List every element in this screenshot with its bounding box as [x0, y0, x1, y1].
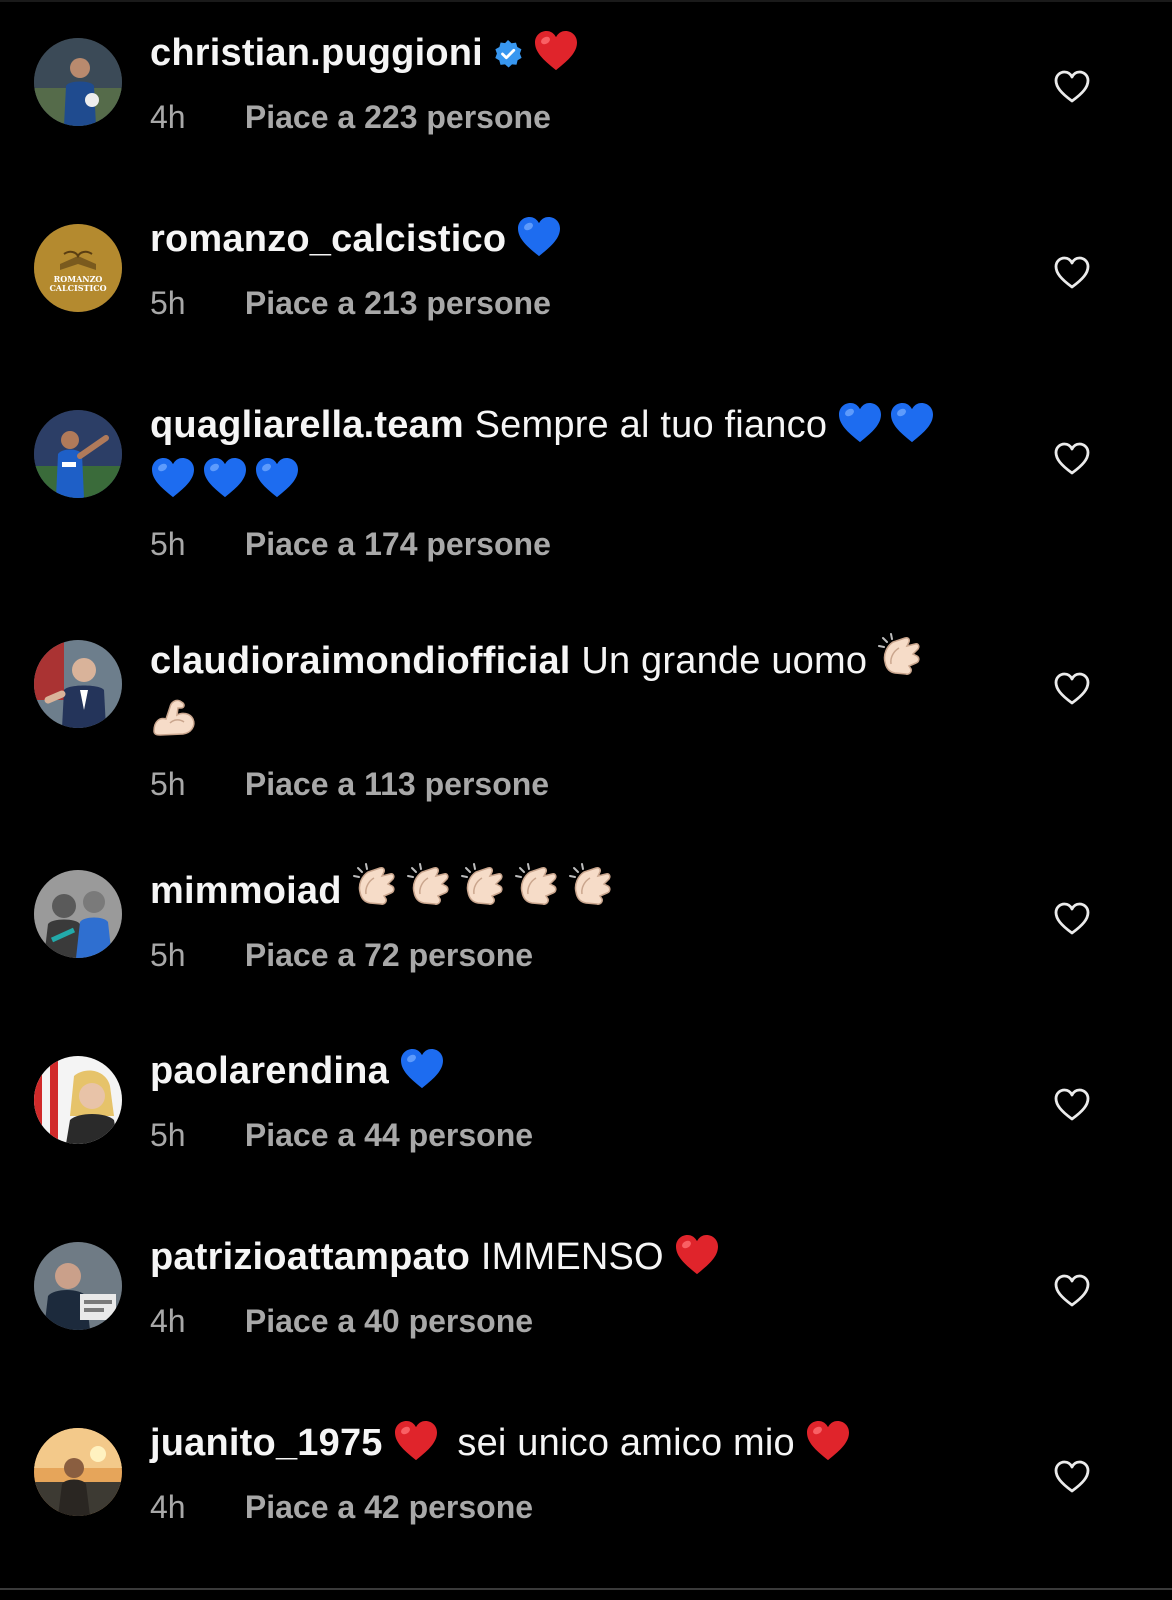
- like-heart-icon[interactable]: [1054, 1460, 1090, 1494]
- comment-meta: 4h Piace a 223 persone: [150, 97, 1010, 137]
- clapping-hands-emoji-icon: [352, 862, 400, 921]
- comment-username[interactable]: christian.puggioni: [150, 32, 483, 74]
- avatar[interactable]: [34, 38, 122, 126]
- comment-text: IMMENSO: [480, 1236, 664, 1278]
- comment-line: juanito_1975 sei unico amico mio: [150, 1420, 1010, 1473]
- comment-username[interactable]: romanzo_calcistico: [150, 218, 506, 260]
- comment-time: 5h: [150, 937, 186, 973]
- comment-time: 4h: [150, 1489, 186, 1525]
- comment-meta: 5h Piace a 113 persone: [150, 764, 1010, 804]
- red-heart-emoji-icon: [674, 1234, 720, 1287]
- comment-line: paolarendina: [150, 1048, 1010, 1101]
- comment-text: sei unico amico mio: [457, 1422, 795, 1464]
- avatar[interactable]: [34, 1242, 122, 1330]
- top-divider: [0, 0, 1172, 2]
- comment-likes-count[interactable]: Piace a 213 persone: [245, 285, 551, 321]
- like-heart-icon[interactable]: [1054, 902, 1090, 936]
- comment-line: quagliarella.team Sempre al tuo fianco: [150, 402, 1010, 455]
- like-heart-icon[interactable]: [1054, 442, 1090, 476]
- comment-time: 4h: [150, 99, 186, 135]
- comment-username[interactable]: claudioraimondiofficial: [150, 640, 571, 682]
- red-heart-emoji-icon: [533, 30, 579, 83]
- comment-username[interactable]: mimmoiad: [150, 870, 342, 912]
- comment-line-continued: [150, 691, 1010, 750]
- like-heart-icon[interactable]: [1054, 672, 1090, 706]
- blue-heart-emoji-icon: [150, 457, 196, 510]
- comment-username[interactable]: juanito_1975: [150, 1422, 383, 1464]
- comment-time: 4h: [150, 1303, 186, 1339]
- comment-likes-count[interactable]: Piace a 223 persone: [245, 99, 551, 135]
- comment-meta: 4h Piace a 42 persone: [150, 1487, 1010, 1527]
- avatar[interactable]: [34, 410, 122, 498]
- comment-line-continued: [150, 457, 1010, 510]
- comment-time: 5h: [150, 766, 186, 802]
- comment-meta: 5h Piace a 174 persone: [150, 524, 1010, 564]
- avatar[interactable]: [34, 1428, 122, 1516]
- comment-meta: 5h Piace a 213 persone: [150, 283, 1010, 323]
- comment-text: Un grande uomo: [581, 640, 868, 682]
- clapping-hands-emoji-icon: [568, 862, 616, 921]
- comment-meta: 5h Piace a 44 persone: [150, 1115, 1010, 1155]
- avatar-logo-text-2: CALCISTICO: [49, 283, 106, 293]
- comment-username[interactable]: quagliarella.team: [150, 404, 464, 446]
- clapping-hands-emoji-icon: [877, 632, 925, 691]
- comment-likes-count[interactable]: Piace a 113 persone: [245, 766, 549, 802]
- comment-likes-count[interactable]: Piace a 72 persone: [245, 937, 533, 973]
- like-heart-icon[interactable]: [1054, 70, 1090, 104]
- red-heart-emoji-icon: [393, 1420, 439, 1473]
- avatar[interactable]: [34, 1056, 122, 1144]
- blue-heart-emoji-icon: [254, 457, 300, 510]
- avatar[interactable]: [34, 870, 122, 958]
- comment-likes-count[interactable]: Piace a 44 persone: [245, 1117, 533, 1153]
- like-heart-icon[interactable]: [1054, 1274, 1090, 1308]
- comment-username[interactable]: patrizioattampato: [150, 1236, 470, 1278]
- clapping-hands-emoji-icon: [406, 862, 454, 921]
- flexed-biceps-emoji-icon: [150, 691, 198, 750]
- comment-line: romanzo_calcistico: [150, 216, 1010, 269]
- blue-heart-emoji-icon: [202, 457, 248, 510]
- verified-badge-icon: [493, 34, 523, 80]
- blue-heart-emoji-icon: [837, 402, 883, 455]
- avatar[interactable]: [34, 640, 122, 728]
- comment-likes-count[interactable]: Piace a 42 persone: [245, 1489, 533, 1525]
- comment-likes-count[interactable]: Piace a 174 persone: [245, 526, 551, 562]
- comment-username[interactable]: paolarendina: [150, 1050, 389, 1092]
- like-heart-icon[interactable]: [1054, 1088, 1090, 1122]
- blue-heart-emoji-icon: [889, 402, 935, 455]
- comment-line: mimmoiad: [150, 862, 1010, 921]
- clapping-hands-emoji-icon: [514, 862, 562, 921]
- comment-line: claudioraimondiofficial Un grande uomo: [150, 632, 1010, 691]
- bottom-divider: [0, 1588, 1172, 1590]
- blue-heart-emoji-icon: [399, 1048, 445, 1101]
- blue-heart-emoji-icon: [516, 216, 562, 269]
- like-heart-icon[interactable]: [1054, 256, 1090, 290]
- red-heart-emoji-icon: [805, 1420, 851, 1473]
- comment-time: 5h: [150, 1117, 186, 1153]
- comment-time: 5h: [150, 526, 186, 562]
- comment-meta: 5h Piace a 72 persone: [150, 935, 1010, 975]
- comment-line: patrizioattampato IMMENSO: [150, 1234, 1010, 1287]
- comment-line: christian.puggioni: [150, 30, 1010, 83]
- comment-text: Sempre al tuo fianco: [474, 404, 828, 446]
- comment-time: 5h: [150, 285, 186, 321]
- avatar[interactable]: ROMANZO CALCISTICO: [34, 224, 122, 312]
- clapping-hands-emoji-icon: [460, 862, 508, 921]
- comment-meta: 4h Piace a 40 persone: [150, 1301, 1010, 1341]
- comment-likes-count[interactable]: Piace a 40 persone: [245, 1303, 533, 1339]
